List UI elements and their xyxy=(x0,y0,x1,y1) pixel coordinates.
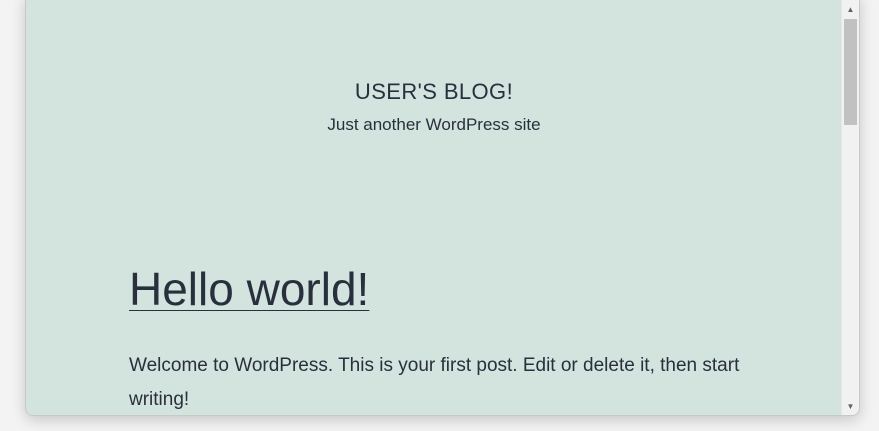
scroll-down-icon[interactable]: ▼ xyxy=(842,398,859,415)
scroll-up-icon[interactable]: ▲ xyxy=(842,1,859,18)
site-tagline: Just another WordPress site xyxy=(327,115,541,134)
browser-window: USER'S BLOG! Just another WordPress site… xyxy=(25,0,860,416)
scroll-thumb[interactable] xyxy=(844,19,857,125)
page-viewport: USER'S BLOG! Just another WordPress site… xyxy=(26,0,842,415)
post-excerpt: Welcome to WordPress. This is your first… xyxy=(129,355,740,410)
post-title-link[interactable]: Hello world! xyxy=(129,261,369,317)
site-title[interactable]: USER'S BLOG! xyxy=(26,79,842,105)
vertical-scrollbar[interactable]: ▲ ▼ xyxy=(841,0,859,415)
